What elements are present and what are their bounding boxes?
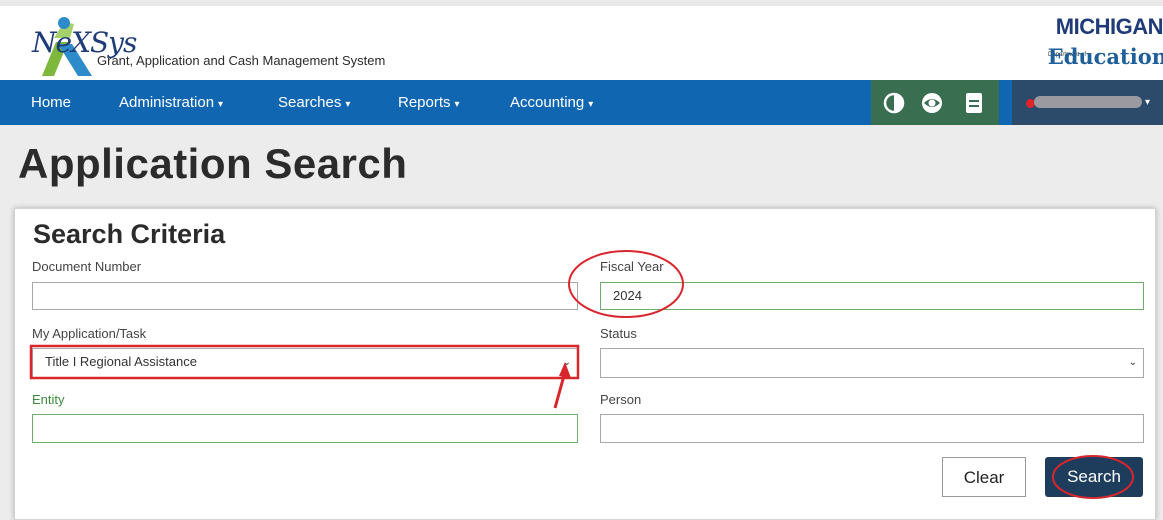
status-label: Status	[600, 326, 637, 341]
nav-accounting-label: Accounting	[510, 94, 585, 111]
clear-button[interactable]: Clear	[942, 457, 1026, 497]
nav-searches[interactable]: Searches ▾	[278, 80, 350, 125]
status-select[interactable]: ⌄	[600, 348, 1144, 378]
entity-field[interactable]	[32, 414, 578, 443]
person-field[interactable]	[600, 414, 1144, 443]
chevron-down-icon: ⌄	[1128, 357, 1137, 368]
nav-searches-label: Searches	[278, 94, 342, 111]
chevron-down-icon: ▾	[588, 99, 594, 110]
user-menu[interactable]: ▾	[1012, 80, 1163, 125]
nav-home-label: Home	[31, 94, 72, 111]
user-name-redacted	[1034, 96, 1142, 108]
eye-icon[interactable]	[921, 92, 943, 114]
entity-label: Entity	[32, 392, 65, 407]
person-label: Person	[600, 392, 642, 407]
nav-home[interactable]: Home	[31, 80, 71, 125]
michigan-education-logo[interactable]: MICHIGAN Department of Education	[1048, 12, 1163, 72]
chevron-down-icon: ⌄	[562, 357, 571, 368]
document-number-label: Document Number	[32, 259, 142, 274]
chevron-down-icon: ▾	[1145, 97, 1151, 108]
my-application-task-label: My Application/Task	[32, 326, 147, 341]
nav-accounting[interactable]: Accounting ▾	[510, 80, 593, 125]
search-button[interactable]: Search	[1045, 457, 1143, 497]
fiscal-year-field[interactable]: 2024	[600, 282, 1144, 310]
document-number-field[interactable]	[32, 282, 578, 310]
chevron-down-icon: ▾	[345, 99, 351, 110]
contrast-icon[interactable]	[883, 92, 905, 114]
accessibility-tools	[871, 80, 999, 125]
site-subtitle: Grant, Application and Cash Management S…	[97, 53, 386, 68]
site-header: NeXSys Grant, Application and Cash Manag…	[0, 6, 1163, 80]
nav-administration-label: Administration	[119, 94, 215, 111]
chevron-down-icon: ▾	[218, 99, 224, 110]
main-nav: Home Administration ▾ Searches ▾ Reports ▾ …	[0, 80, 1163, 125]
search-criteria-panel: Search Criteria Document Number Fiscal Y…	[14, 208, 1156, 520]
nav-administration[interactable]: Administration ▾	[119, 80, 223, 125]
chevron-down-icon: ▾	[454, 99, 460, 110]
michigan-wordmark: MICHIGAN	[1055, 14, 1163, 39]
search-criteria-title: Search Criteria	[33, 219, 226, 249]
education-wordmark: Education	[1047, 44, 1163, 69]
nav-reports-label: Reports	[398, 94, 451, 111]
nexsys-logo[interactable]: NeXSys	[14, 14, 137, 76]
fiscal-year-label: Fiscal Year	[600, 259, 664, 274]
document-icon[interactable]	[963, 92, 985, 114]
nav-reports[interactable]: Reports ▾	[398, 80, 460, 125]
page-title: Application Search	[18, 140, 408, 187]
my-application-task-value: Title I Regional Assistance	[45, 354, 197, 369]
my-application-task-select[interactable]: Title I Regional Assistance ⌄	[32, 348, 578, 378]
